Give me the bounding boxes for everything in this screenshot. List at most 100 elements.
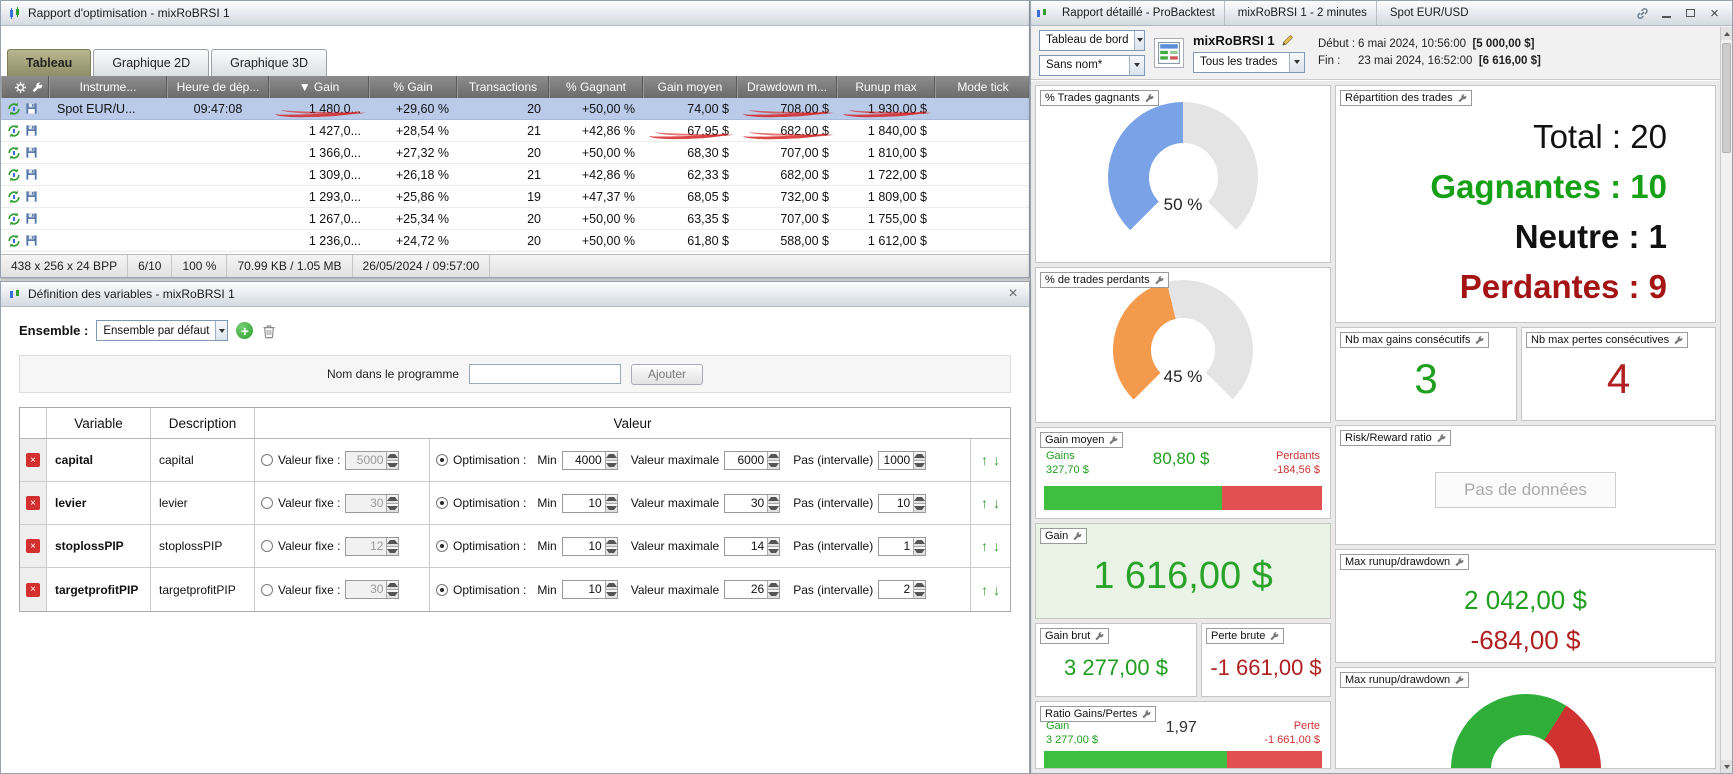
save-icon[interactable]: [25, 234, 38, 247]
result-row[interactable]: 1 366,0... +27,32 % 20 +50,00 % 68,30 $ 707,0…: [1, 142, 1029, 164]
variables-titlebar[interactable]: Définition des variables - mixRoBRSI 1 ×: [1, 282, 1029, 307]
card-config-chip[interactable]: Répartition des trades: [1340, 90, 1472, 106]
spin-down-icon[interactable]: [387, 459, 399, 469]
run-optimization-icon[interactable]: [7, 212, 21, 226]
run-optimization-icon[interactable]: [7, 168, 21, 182]
column-header[interactable]: Mode tick: [935, 76, 1031, 98]
trash-icon[interactable]: [261, 323, 277, 339]
scroll-down-arrow[interactable]: [1721, 760, 1732, 773]
fixed-value-stepper[interactable]: 12: [345, 536, 400, 556]
move-down-arrow[interactable]: ↓: [993, 495, 1000, 511]
fixed-value-stepper[interactable]: 30: [345, 493, 400, 513]
spin-down-icon[interactable]: [387, 545, 399, 555]
spin-up-icon[interactable]: [914, 494, 926, 503]
spin-down-icon[interactable]: [605, 589, 617, 598]
card-config-chip[interactable]: Ratio Gains/Pertes: [1040, 706, 1157, 722]
move-down-arrow[interactable]: ↓: [993, 538, 1000, 554]
spin-up-icon[interactable]: [768, 537, 780, 546]
delete-variable-icon[interactable]: ×: [26, 453, 40, 467]
spin-up-icon[interactable]: [914, 581, 926, 589]
optimisation-radio[interactable]: [436, 454, 448, 466]
fixed-value-radio[interactable]: [261, 454, 273, 466]
save-icon[interactable]: [25, 168, 38, 181]
move-up-arrow[interactable]: ↑: [981, 452, 988, 468]
run-optimization-icon[interactable]: [7, 234, 21, 248]
optimisation-radio[interactable]: [436, 540, 448, 552]
report-options-button[interactable]: [1154, 37, 1184, 68]
scroll-up-arrow[interactable]: [1721, 27, 1732, 40]
spin-down-icon[interactable]: [914, 502, 926, 512]
card-config-chip[interactable]: Max runup/drawdown: [1340, 554, 1470, 570]
fixed-value-stepper[interactable]: 30: [345, 580, 400, 599]
card-config-chip[interactable]: Max runup/drawdown: [1340, 672, 1470, 688]
spin-up-icon[interactable]: [914, 537, 926, 546]
max-stepper[interactable]: 6000: [724, 450, 781, 470]
max-stepper[interactable]: 30: [724, 493, 781, 513]
column-header[interactable]: Heure de dép...: [167, 76, 269, 98]
move-up-arrow[interactable]: ↑: [981, 538, 988, 554]
save-icon[interactable]: [25, 102, 38, 115]
spin-up-icon[interactable]: [768, 494, 780, 503]
spin-down-icon[interactable]: [387, 589, 399, 598]
save-icon[interactable]: [25, 146, 38, 159]
card-config-chip[interactable]: % Trades gagnants: [1040, 90, 1159, 106]
layout-name-select[interactable]: Sans nom*: [1039, 54, 1145, 76]
card-config-chip[interactable]: % de trades perdants: [1040, 272, 1169, 288]
spin-down-icon[interactable]: [914, 589, 926, 598]
spin-up-icon[interactable]: [768, 581, 780, 589]
row-actions[interactable]: [1, 186, 49, 207]
tab-tableau[interactable]: Tableau: [7, 49, 92, 76]
card-config-chip[interactable]: Risk/Reward ratio: [1340, 430, 1451, 446]
row-actions[interactable]: [1, 120, 49, 141]
optimisation-radio[interactable]: [436, 497, 448, 509]
run-optimization-icon[interactable]: [7, 124, 21, 138]
vertical-scrollbar[interactable]: [1720, 27, 1732, 773]
optimization-titlebar[interactable]: Rapport d'optimisation - mixRoBRSI 1: [1, 1, 1029, 26]
run-optimization-icon[interactable]: [7, 102, 21, 116]
column-header[interactable]: Transactions: [457, 76, 549, 98]
delete-variable-icon[interactable]: ×: [26, 582, 40, 597]
result-row[interactable]: 1 236,0... +24,72 % 20 +50,00 % 61,80 $ 588,0…: [1, 230, 1029, 252]
save-icon[interactable]: [25, 124, 38, 137]
result-row[interactable]: Spot EUR/U... 09:47:08 1 480,0... +29,60 % 2…: [1, 98, 1029, 120]
max-stepper[interactable]: 26: [724, 580, 781, 599]
max-stepper[interactable]: 14: [724, 536, 781, 556]
optimisation-radio[interactable]: [436, 583, 448, 596]
column-header[interactable]: Instrume...: [49, 76, 167, 98]
move-up-arrow[interactable]: ↑: [981, 495, 988, 511]
step-stepper[interactable]: 1: [878, 536, 927, 556]
spin-up-icon[interactable]: [914, 451, 926, 460]
move-up-arrow[interactable]: ↑: [981, 582, 988, 598]
delete-variable-icon[interactable]: ×: [26, 496, 40, 510]
min-stepper[interactable]: 10: [561, 580, 618, 599]
card-config-chip[interactable]: Nb max pertes consécutives: [1526, 332, 1689, 348]
spin-down-icon[interactable]: [605, 545, 617, 555]
card-config-chip[interactable]: Gain: [1040, 528, 1088, 544]
spin-down-icon[interactable]: [605, 502, 617, 512]
spin-up-icon[interactable]: [605, 494, 617, 503]
row-actions[interactable]: [1, 208, 49, 229]
run-optimization-icon[interactable]: [7, 146, 21, 160]
spin-down-icon[interactable]: [768, 459, 780, 469]
close-icon[interactable]: ×: [1706, 5, 1723, 22]
fixed-value-radio[interactable]: [261, 540, 273, 552]
spin-down-icon[interactable]: [768, 589, 780, 598]
fixed-value-stepper[interactable]: 5000: [345, 450, 400, 470]
card-config-chip[interactable]: Gain brut: [1040, 628, 1110, 644]
scrollbar-thumb[interactable]: [1722, 43, 1731, 153]
tab-graphique-2d[interactable]: Graphique 2D: [93, 49, 210, 76]
row-actions[interactable]: [1, 142, 49, 163]
spin-down-icon[interactable]: [768, 545, 780, 555]
spin-down-icon[interactable]: [914, 459, 926, 469]
step-stepper[interactable]: 10: [878, 493, 927, 513]
program-name-input[interactable]: [469, 364, 622, 384]
column-header[interactable]: % Gain: [369, 76, 457, 98]
result-row[interactable]: 1 267,0... +25,34 % 20 +50,00 % 63,35 $ 707,0…: [1, 208, 1029, 230]
row-actions[interactable]: [1, 230, 49, 251]
result-row[interactable]: 1 427,0... +28,54 % 21 +42,86 % 67,95 $682,0…: [1, 120, 1029, 142]
fixed-value-radio[interactable]: [261, 583, 273, 596]
step-stepper[interactable]: 2: [878, 580, 927, 599]
column-header[interactable]: % Gagnant: [549, 76, 643, 98]
spin-down-icon[interactable]: [914, 545, 926, 555]
step-stepper[interactable]: 1000: [878, 450, 927, 470]
